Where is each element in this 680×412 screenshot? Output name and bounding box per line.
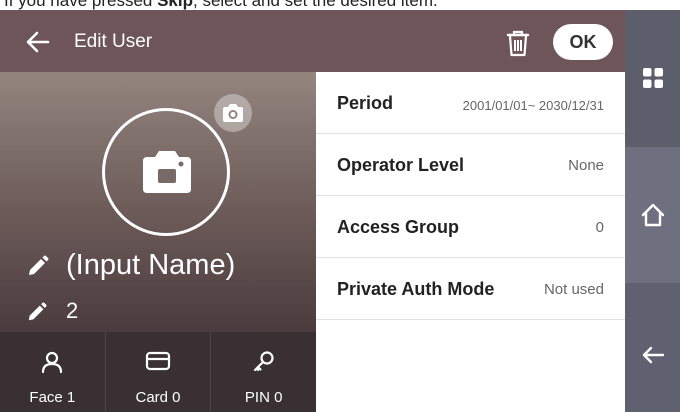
face-user-icon: [42, 351, 63, 374]
caption-text-before: If you have pressed: [4, 0, 158, 10]
settings-list: Period 2001/01/01~ 2030/12/31 Operator L…: [316, 72, 625, 412]
credential-bar: Face 1 Card 0 PIN 0: [0, 332, 316, 412]
camera-badge-button[interactable]: [214, 94, 252, 132]
setting-value: 2001/01/01~ 2030/12/31: [462, 98, 604, 113]
user-id-field[interactable]: 2: [26, 296, 316, 328]
pencil-icon: [28, 302, 47, 321]
right-sidebar: [625, 10, 680, 412]
credential-label: Face 1: [29, 389, 76, 406]
arrow-left-icon[interactable]: [24, 28, 52, 56]
setting-row-access-group[interactable]: Access Group 0: [316, 196, 625, 258]
setting-label: Access Group: [337, 217, 460, 237]
grid-menu-icon: [642, 68, 663, 88]
user-name: (Input Name): [66, 249, 236, 281]
device-screen: Edit User OK (Input Name) 2 Face 1 Card …: [0, 10, 680, 412]
user-id: 2: [66, 298, 79, 323]
menu-button[interactable]: [625, 10, 680, 147]
pencil-icon: [29, 255, 49, 275]
setting-label: Operator Level: [337, 155, 465, 175]
setting-value: Not used: [543, 281, 604, 298]
header-bar: Edit User OK: [0, 10, 625, 75]
setting-label: Private Auth Mode: [337, 279, 495, 299]
caption-text-bold: Skip: [157, 0, 193, 10]
setting-value: None: [568, 157, 604, 174]
face-credential-button[interactable]: Face 1: [0, 332, 106, 412]
setting-value: 0: [595, 219, 604, 236]
setting-row-period[interactable]: Period 2001/01/01~ 2030/12/31: [316, 72, 625, 134]
instruction-caption: If you have pressed Skip, select and set…: [0, 0, 680, 10]
setting-label: Period: [337, 93, 394, 113]
name-field[interactable]: (Input Name): [26, 246, 316, 286]
card-icon: [145, 351, 171, 371]
credential-label: Card 0: [135, 389, 181, 406]
back-button[interactable]: [625, 283, 680, 412]
home-icon: [641, 203, 664, 227]
camera-small-icon: [223, 104, 243, 122]
home-button[interactable]: [625, 147, 680, 283]
key-icon: [253, 351, 274, 372]
camera-icon: [143, 151, 191, 193]
ok-button[interactable]: OK: [553, 24, 613, 60]
back-arrow-icon: [642, 346, 664, 364]
setting-row-operator-level[interactable]: Operator Level None: [316, 134, 625, 196]
photo-capture-button[interactable]: [102, 108, 230, 236]
setting-row-private-auth-mode[interactable]: Private Auth Mode Not used: [316, 258, 625, 320]
caption-text-after: , select and set the desired item.: [193, 0, 438, 10]
card-credential-button[interactable]: Card 0: [106, 332, 212, 412]
credential-label: PIN 0: [244, 389, 283, 406]
profile-panel: (Input Name) 2: [0, 72, 316, 332]
trash-icon[interactable]: [504, 28, 532, 58]
page-title: Edit User: [74, 31, 153, 52]
pin-credential-button[interactable]: PIN 0: [211, 332, 316, 412]
